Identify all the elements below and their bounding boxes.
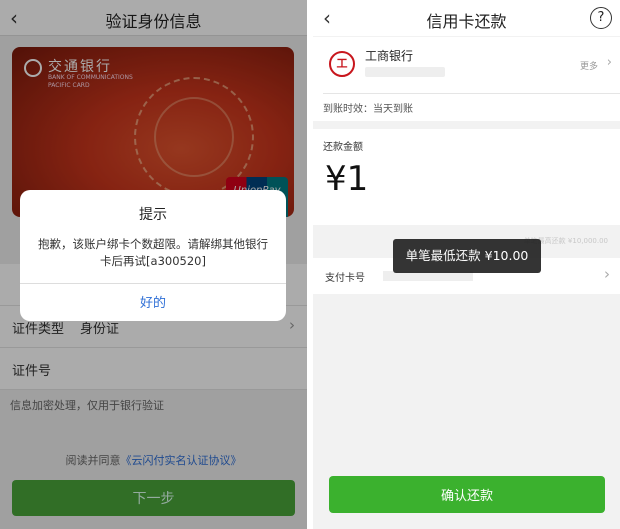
dialog-message: 抱歉，该账户绑卡个数超限。请解绑其他银行卡后再试[a300520] <box>38 237 268 268</box>
payment-card-label: 支付卡号 <box>325 273 365 284</box>
divider <box>323 93 620 94</box>
confirm-repayment-button[interactable]: 确认还款 <box>329 476 605 513</box>
icbc-logo-icon: 工 <box>329 51 355 77</box>
amount-label: 还款金额 <box>323 142 363 153</box>
page-title: 信用卡还款 <box>426 12 507 31</box>
dialog-divider <box>20 283 286 284</box>
dialog-title: 提示 <box>139 207 167 223</box>
credit-card-repayment-screen: ‹ 信用卡还款 ? 工 工商银行 更多 › 到账时效：当天到账 还款金额 ¥1 … <box>313 0 620 529</box>
question-circle-icon[interactable]: ? <box>590 7 612 29</box>
amount-section: 还款金额 ¥1 <box>313 129 620 225</box>
bank-name: 工商银行 <box>365 49 414 63</box>
chevron-right-icon: › <box>604 265 610 283</box>
more-link[interactable]: 更多 <box>580 59 598 72</box>
card-number-blurred <box>365 67 445 77</box>
chevron-right-icon: › <box>606 55 612 70</box>
dialog-ok-button[interactable]: 好的 <box>20 292 286 311</box>
nav-bar: ‹ 信用卡还款 ? <box>313 0 620 36</box>
toast-message: 单笔最低还款 ¥10.00 <box>393 239 541 273</box>
bank-section[interactable]: 工 工商银行 更多 › 到账时效：当天到账 <box>313 37 620 121</box>
alert-dialog: 提示 抱歉，该账户绑卡个数超限。请解绑其他银行卡后再试[a300520] 好的 <box>20 190 286 321</box>
amount-input[interactable]: ¥1 <box>325 159 368 199</box>
verify-identity-screen: ‹ 验证身份信息 交通银行 BANK OF COMMUNICATIONS PAC… <box>0 0 307 529</box>
arrival-time: 到账时效：当天到账 <box>323 104 413 115</box>
